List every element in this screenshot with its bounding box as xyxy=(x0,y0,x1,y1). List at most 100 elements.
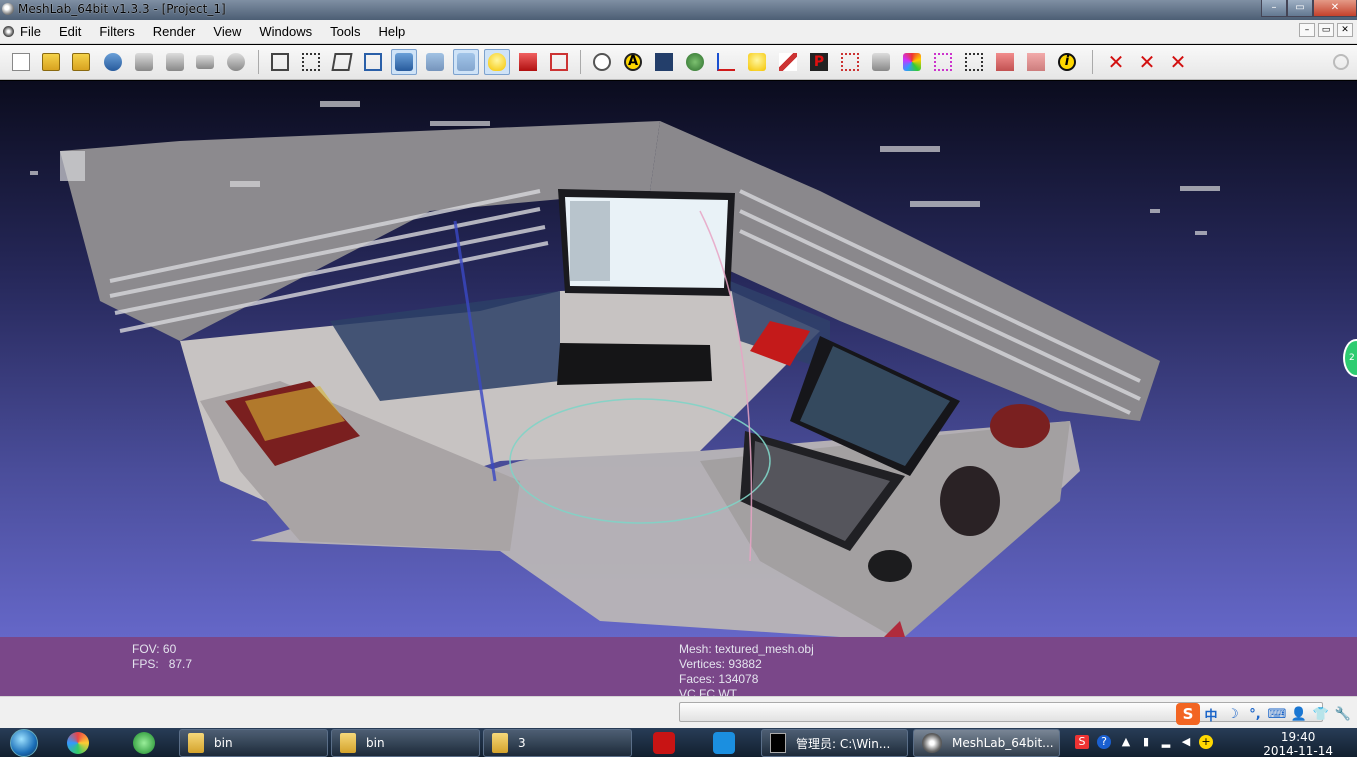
windows-orb-icon xyxy=(10,728,38,757)
taskbar-item-3[interactable]: 3 xyxy=(483,729,632,757)
annotation-icon[interactable]: A xyxy=(620,49,646,75)
delete-faces-icon[interactable]: ✕ xyxy=(1103,49,1129,75)
folder-icon xyxy=(492,733,508,753)
taskbar-item-bin-2[interactable]: bin xyxy=(331,729,480,757)
select-connected-icon[interactable] xyxy=(1023,49,1049,75)
document-icon[interactable] xyxy=(3,26,14,37)
maximize-button[interactable]: ▭ xyxy=(1287,0,1313,17)
menu-windows[interactable]: Windows xyxy=(259,24,312,39)
about-plugins-icon[interactable] xyxy=(223,49,249,75)
fov-label: FOV: xyxy=(132,642,160,656)
pick-points-icon[interactable]: P xyxy=(806,49,832,75)
taskbar-item-cmd[interactable]: 管理员: C:\Win... xyxy=(761,729,908,757)
backface-icon[interactable] xyxy=(546,49,572,75)
security-tray-icon[interactable]: + xyxy=(1199,735,1213,749)
start-button[interactable] xyxy=(4,728,44,757)
snapshot-icon[interactable] xyxy=(162,49,188,75)
mdi-close-button[interactable]: ✕ xyxy=(1337,23,1353,37)
taskbar-item-meshlab[interactable]: MeshLab_64bit... xyxy=(913,729,1060,757)
sogou-logo-icon[interactable]: S xyxy=(1176,703,1200,725)
paint-icon[interactable] xyxy=(744,49,770,75)
info-icon[interactable]: i xyxy=(1054,49,1080,75)
select-faces-icon[interactable] xyxy=(961,49,987,75)
dark-render-icon[interactable] xyxy=(651,49,677,75)
menu-filters[interactable]: Filters xyxy=(99,24,134,39)
new-document-icon[interactable] xyxy=(8,49,34,75)
title-bar: MeshLab_64bit v1.3.3 - [Project_1] – ▭ ✕ xyxy=(0,0,1357,20)
smooth-icon[interactable] xyxy=(422,49,448,75)
task-label: 3 xyxy=(518,736,526,750)
reload-icon[interactable] xyxy=(100,49,126,75)
manipulator-icon[interactable] xyxy=(868,49,894,75)
pinned-app-1[interactable] xyxy=(58,730,98,756)
menu-render[interactable]: Render xyxy=(153,24,196,39)
meshlab-icon xyxy=(922,733,942,753)
minimize-button[interactable]: – xyxy=(1261,0,1287,17)
brush-icon[interactable] xyxy=(775,49,801,75)
pinned-app-2[interactable] xyxy=(124,730,164,756)
vertices-label: Vertices: xyxy=(679,657,726,671)
pinned-acrobat[interactable] xyxy=(644,730,684,756)
volume-muted-icon[interactable]: ◀ xyxy=(1179,735,1193,749)
points-icon[interactable] xyxy=(298,49,324,75)
fancy-lighting-icon[interactable] xyxy=(515,49,541,75)
pinned-app-3[interactable] xyxy=(704,730,744,756)
export-mesh-icon[interactable] xyxy=(131,49,157,75)
pdf-icon xyxy=(653,732,675,754)
tray-arrow-icon[interactable]: ▲ xyxy=(1119,735,1133,749)
taskbar-item-bin-1[interactable]: bin xyxy=(179,729,328,757)
menu-edit[interactable]: Edit xyxy=(59,24,81,39)
task-label: bin xyxy=(366,736,385,750)
system-tray: S ? ▲ ▮ ▂ ◀ + 19:40 2014-11-14 xyxy=(1067,728,1357,757)
ime-keyboard-icon[interactable]: ⌨ xyxy=(1266,707,1288,722)
texture-icon[interactable] xyxy=(453,49,479,75)
flat-icon[interactable] xyxy=(391,49,417,75)
delete-all-icon[interactable]: ✕ xyxy=(1165,49,1191,75)
signal-tray-icon[interactable]: ▂ xyxy=(1159,735,1173,749)
select-vertices-icon[interactable] xyxy=(992,49,1018,75)
faces-value: 134078 xyxy=(718,672,759,686)
mesh-name: textured_mesh.obj xyxy=(715,642,814,656)
layers-icon[interactable] xyxy=(192,49,218,75)
open-mesh-icon[interactable] xyxy=(68,49,94,75)
mdi-minimize-button[interactable]: – xyxy=(1299,23,1315,37)
close-button[interactable]: ✕ xyxy=(1313,0,1357,17)
wireframe-icon[interactable] xyxy=(329,49,355,75)
clock[interactable]: 19:40 2014-11-14 xyxy=(1263,730,1333,757)
globe-render-icon[interactable] xyxy=(682,49,708,75)
open-project-icon[interactable] xyxy=(38,49,64,75)
search-icon[interactable] xyxy=(1328,49,1354,75)
3d-viewport[interactable]: 2 xyxy=(0,81,1357,637)
mesh-label: Mesh: xyxy=(679,642,712,656)
meshlab-app-icon[interactable] xyxy=(2,3,14,15)
bounding-box-icon[interactable] xyxy=(267,49,293,75)
toolbar-separator xyxy=(580,50,581,74)
hidden-lines-icon[interactable] xyxy=(360,49,386,75)
light-icon[interactable] xyxy=(484,49,510,75)
task-label: 管理员: C:\Win... xyxy=(796,736,891,751)
ime-moon-icon[interactable]: ☽ xyxy=(1222,707,1244,722)
textured-mesh-render xyxy=(30,101,1220,637)
toolbar-separator xyxy=(1092,50,1093,74)
ime-skin-icon[interactable]: 👕 xyxy=(1310,707,1332,722)
mdi-restore-button[interactable]: ▭ xyxy=(1318,23,1334,37)
help-tray-icon[interactable]: ? xyxy=(1097,735,1111,749)
menu-tools[interactable]: Tools xyxy=(330,24,360,39)
ime-user-icon[interactable]: 👤 xyxy=(1288,707,1310,722)
sphere-icon[interactable] xyxy=(589,49,615,75)
menu-file[interactable]: File xyxy=(20,24,41,39)
axes-icon[interactable] xyxy=(713,49,739,75)
color-select-icon[interactable] xyxy=(899,49,925,75)
ime-tools-icon[interactable]: 🔧 xyxy=(1332,707,1354,722)
ime-punct-icon[interactable]: °, xyxy=(1244,707,1266,722)
clock-time: 19:40 xyxy=(1280,730,1316,744)
ime-chinese-icon[interactable]: 中 xyxy=(1200,705,1222,724)
menu-help[interactable]: Help xyxy=(378,24,405,39)
network-tray-icon[interactable]: ▮ xyxy=(1139,735,1153,749)
menu-view[interactable]: View xyxy=(213,24,241,39)
reference-icon[interactable] xyxy=(930,49,956,75)
delete-vertices-icon[interactable]: ✕ xyxy=(1134,49,1160,75)
toolbar-separator xyxy=(258,50,259,74)
sogou-tray-icon[interactable]: S xyxy=(1075,735,1089,749)
measure-icon[interactable] xyxy=(837,49,863,75)
